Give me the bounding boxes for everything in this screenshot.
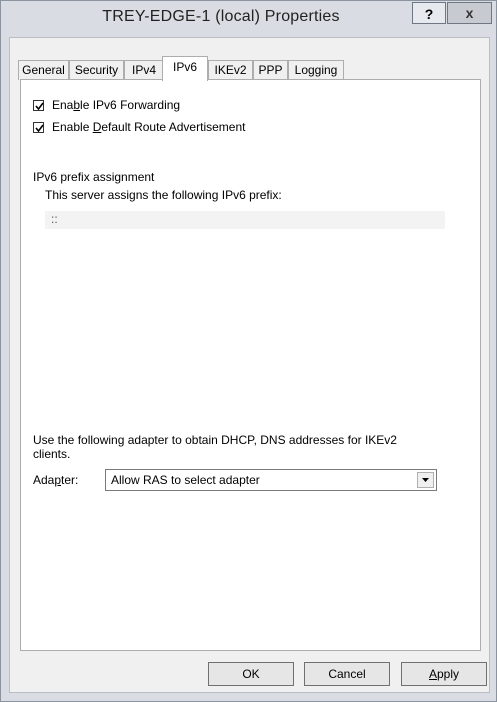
- tab-ikev2[interactable]: IKEv2: [208, 60, 253, 80]
- default-route-advertisement-checkbox[interactable]: [33, 121, 44, 133]
- prefix-assignment-description: This server assigns the following IPv6 p…: [45, 188, 282, 202]
- ok-button[interactable]: OK: [208, 662, 294, 686]
- tab-ipv6[interactable]: IPv6: [162, 56, 208, 81]
- tab-logging[interactable]: Logging: [288, 60, 344, 80]
- dropdown-arrow-button[interactable]: [417, 472, 434, 488]
- default-route-advertisement-label: Enable Default Route Advertisement: [52, 120, 246, 134]
- tab-general[interactable]: General: [18, 60, 69, 80]
- prefix-assignment-heading: IPv6 prefix assignment: [33, 170, 155, 184]
- tab-ipv4[interactable]: IPv4: [124, 60, 164, 80]
- adapter-select-value: Allow RAS to select adapter: [111, 473, 260, 487]
- adapter-note-line1: Use the following adapter to obtain DHCP…: [33, 433, 397, 447]
- adapter-select[interactable]: Allow RAS to select adapter: [105, 469, 437, 491]
- chevron-down-icon: [422, 478, 429, 482]
- ipv6-tab-panel: Enable IPv6 Forwarding Enable Default Ro…: [20, 79, 481, 651]
- adapter-label: Adapter:: [33, 473, 79, 487]
- close-button[interactable]: x: [447, 2, 492, 24]
- help-button[interactable]: ?: [412, 2, 446, 24]
- properties-window: TREY-EDGE-1 (local) Properties ? x Gener…: [0, 0, 497, 702]
- tab-ppp[interactable]: PPP: [253, 60, 288, 80]
- ipv6-prefix-value: ::: [51, 212, 58, 226]
- checkmark-icon: [35, 124, 44, 132]
- adapter-note-line2: clients.: [33, 447, 71, 461]
- ipv6-prefix-field: ::: [45, 211, 445, 229]
- dialog-body: General Security IPv4 IPv6 IKEv2 PPP Log…: [9, 37, 490, 693]
- enable-ipv6-forwarding-checkbox[interactable]: [33, 99, 44, 111]
- title-bar[interactable]: TREY-EDGE-1 (local) Properties ? x: [1, 1, 496, 37]
- apply-button[interactable]: Apply: [401, 662, 487, 686]
- default-route-advertisement-row[interactable]: Enable Default Route Advertisement: [33, 119, 245, 135]
- enable-ipv6-forwarding-row[interactable]: Enable IPv6 Forwarding: [33, 97, 180, 113]
- enable-ipv6-forwarding-label: Enable IPv6 Forwarding: [52, 98, 181, 112]
- checkmark-icon: [35, 102, 44, 110]
- window-title: TREY-EDGE-1 (local) Properties: [102, 8, 340, 25]
- cancel-button[interactable]: Cancel: [304, 662, 390, 686]
- tab-security[interactable]: Security: [69, 60, 124, 80]
